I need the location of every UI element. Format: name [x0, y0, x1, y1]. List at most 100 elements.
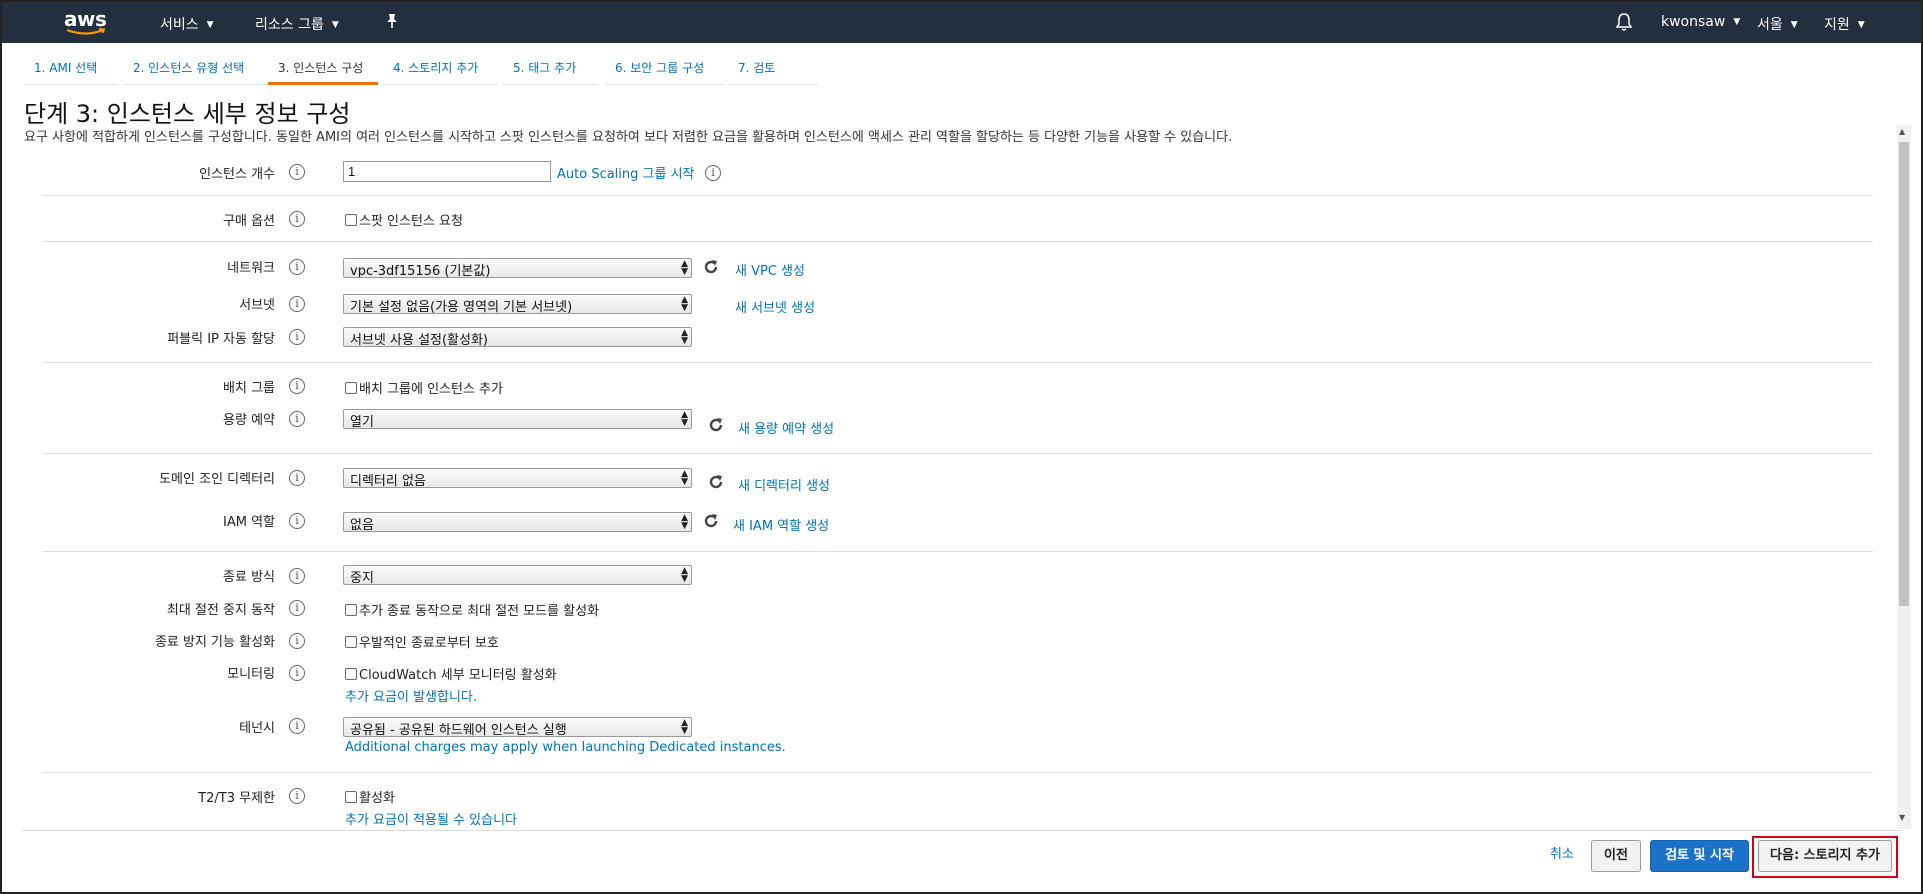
divider	[43, 195, 1873, 196]
domain-directory-select[interactable]: 디렉터리 없음 ▲ ▼	[343, 468, 692, 488]
iam-role-select[interactable]: 없음 ▲ ▼	[343, 512, 692, 532]
refresh-icon[interactable]	[707, 473, 725, 491]
create-capacity-link[interactable]: 새 용량 예약 생성	[738, 418, 834, 437]
shutdown-behavior-select[interactable]: 중지 ▲ ▼	[343, 565, 692, 585]
checkbox-icon[interactable]	[345, 791, 357, 803]
network-value: vpc-3df15156 (기본값)	[350, 264, 491, 278]
select-arrows-icon: ▲ ▼	[681, 410, 688, 428]
scrollbar-thumb[interactable]	[1899, 142, 1909, 606]
tab-ami[interactable]: 1. AMI 선택	[24, 52, 118, 85]
instance-count-label: 인스턴스 개수	[199, 167, 275, 182]
checkbox-icon[interactable]	[345, 636, 357, 648]
resource-groups-label: 리소스 그룹	[255, 17, 324, 33]
info-icon[interactable]: i	[289, 470, 305, 486]
create-iam-role-link[interactable]: 새 IAM 역할 생성	[733, 515, 829, 534]
info-icon[interactable]: i	[289, 259, 305, 275]
create-directory-link[interactable]: 새 디렉터리 생성	[738, 475, 830, 494]
info-icon[interactable]: i	[289, 329, 305, 345]
auto-scaling-link[interactable]: Auto Scaling 그룹 시작	[557, 163, 695, 182]
capacity-select[interactable]: 열기 ▲ ▼	[343, 409, 692, 429]
page-title: 단계 3: 인스턴스 세부 정보 구성	[24, 100, 351, 128]
divider	[43, 241, 1873, 242]
checkbox-icon[interactable]	[345, 214, 357, 226]
info-icon[interactable]: i	[289, 665, 305, 681]
scroll-down-icon[interactable]: ▼	[1899, 813, 1905, 822]
checkbox-icon[interactable]	[345, 382, 357, 394]
subnet-value: 기본 설정 없음(가용 영역의 기본 서브넷)	[350, 300, 573, 314]
hibernate-checkbox[interactable]: 추가 종료 동작으로 최대 절전 모드를 활성화	[345, 600, 599, 619]
info-icon[interactable]: i	[289, 378, 305, 394]
divider	[43, 551, 1873, 552]
info-icon[interactable]: i	[289, 718, 305, 734]
public-ip-select[interactable]: 서브넷 사용 설정(활성화) ▲ ▼	[343, 327, 692, 347]
aws-logo[interactable]: aws	[64, 7, 108, 37]
info-icon[interactable]: i	[289, 568, 305, 584]
instance-count-input[interactable]	[343, 161, 551, 182]
info-icon[interactable]: i	[289, 633, 305, 649]
tab-configure-instance[interactable]: 3. 인스턴스 구성	[268, 52, 378, 85]
monitoring-charge-note[interactable]: 추가 요금이 발생합니다.	[345, 686, 477, 705]
chevron-down-icon: ▼	[206, 20, 214, 30]
info-icon[interactable]: i	[705, 165, 721, 181]
scroll-up-icon[interactable]: ▲	[1899, 127, 1905, 136]
placement-group-checkbox[interactable]: 배치 그룹에 인스턴스 추가	[345, 378, 503, 397]
placement-group-checkbox-label: 배치 그룹에 인스턴스 추가	[359, 382, 503, 397]
support-menu[interactable]: 지원 ▼	[1824, 14, 1865, 34]
spot-instance-checkbox[interactable]: 스팟 인스턴스 요청	[345, 210, 463, 229]
domain-directory-value: 디렉터리 없음	[350, 474, 426, 488]
region-menu[interactable]: 서울 ▼	[1757, 14, 1798, 34]
capacity-reservation-label: 용량 예약	[223, 413, 275, 428]
chevron-down-icon: ▼	[1857, 20, 1865, 30]
network-label: 네트워크	[227, 261, 275, 276]
public-ip-label: 퍼블릭 IP 자동 할당	[167, 332, 275, 347]
network-select[interactable]: vpc-3df15156 (기본값) ▲ ▼	[343, 258, 692, 278]
info-icon[interactable]: i	[289, 411, 305, 427]
domain-directory-label: 도메인 조인 디렉터리	[159, 472, 275, 487]
tab-security-group[interactable]: 6. 보안 그룹 구성	[605, 52, 725, 85]
tab-review[interactable]: 7. 검토	[728, 52, 818, 85]
select-arrows-icon: ▲ ▼	[681, 469, 688, 487]
info-icon[interactable]: i	[289, 211, 305, 227]
region-label: 서울	[1757, 17, 1783, 33]
t2t3-charge-note[interactable]: 추가 요금이 적용될 수 있습니다	[345, 809, 517, 828]
termination-protection-checkbox[interactable]: 우발적인 종료로부터 보호	[345, 632, 499, 651]
user-menu[interactable]: kwonsaw ▼	[1661, 14, 1740, 30]
info-icon[interactable]: i	[289, 788, 305, 804]
chevron-down-icon: ▼	[1733, 17, 1741, 27]
create-subnet-link[interactable]: 새 서브넷 생성	[735, 297, 815, 316]
refresh-icon[interactable]	[707, 416, 725, 434]
info-icon[interactable]: i	[289, 513, 305, 529]
user-label: kwonsaw	[1661, 14, 1726, 30]
tab-instance-type[interactable]: 2. 인스턴스 유형 선택	[123, 52, 278, 85]
checkbox-icon[interactable]	[345, 668, 357, 680]
resource-groups-menu[interactable]: 리소스 그룹 ▼	[255, 14, 339, 34]
subnet-select[interactable]: 기본 설정 없음(가용 영역의 기본 서브넷) ▲ ▼	[343, 294, 692, 314]
info-icon[interactable]: i	[289, 600, 305, 616]
top-nav-bar: aws 서비스 ▼ 리소스 그룹 ▼ kwonsaw ▼ 서울 ▼ 지원 ▼	[2, 2, 1921, 43]
pin-icon[interactable]	[385, 13, 399, 33]
termination-protection-checkbox-label: 우발적인 종료로부터 보호	[359, 636, 499, 651]
tab-add-storage[interactable]: 4. 스토리지 추가	[383, 52, 497, 85]
cancel-button[interactable]: 취소	[1542, 840, 1582, 872]
previous-button[interactable]: 이전	[1591, 840, 1641, 872]
review-launch-button[interactable]: 검토 및 시작	[1650, 840, 1749, 872]
tab-add-tags[interactable]: 5. 태그 추가	[503, 52, 598, 85]
smile-arrow-icon	[66, 28, 106, 35]
cloudwatch-checkbox[interactable]: CloudWatch 세부 모니터링 활성화	[345, 664, 557, 683]
placement-group-label: 배치 그룹	[223, 381, 275, 396]
refresh-icon[interactable]	[702, 512, 720, 530]
select-arrows-icon: ▲ ▼	[681, 566, 688, 584]
refresh-icon[interactable]	[702, 258, 720, 276]
checkbox-icon[interactable]	[345, 604, 357, 616]
bell-icon[interactable]	[1615, 12, 1633, 36]
t2t3-unlimited-checkbox[interactable]: 활성화	[345, 787, 395, 806]
services-label: 서비스	[160, 17, 199, 33]
tenancy-select[interactable]: 공유됨 - 공유된 하드웨어 인스턴스 실행 ▲ ▼	[343, 717, 692, 737]
info-icon[interactable]: i	[289, 164, 305, 180]
create-vpc-link[interactable]: 새 VPC 생성	[735, 260, 805, 279]
capacity-value: 열기	[350, 415, 374, 429]
services-menu[interactable]: 서비스 ▼	[160, 14, 214, 34]
purchase-option-label: 구매 옵션	[223, 214, 275, 229]
info-icon[interactable]: i	[289, 296, 305, 312]
support-label: 지원	[1824, 17, 1850, 33]
